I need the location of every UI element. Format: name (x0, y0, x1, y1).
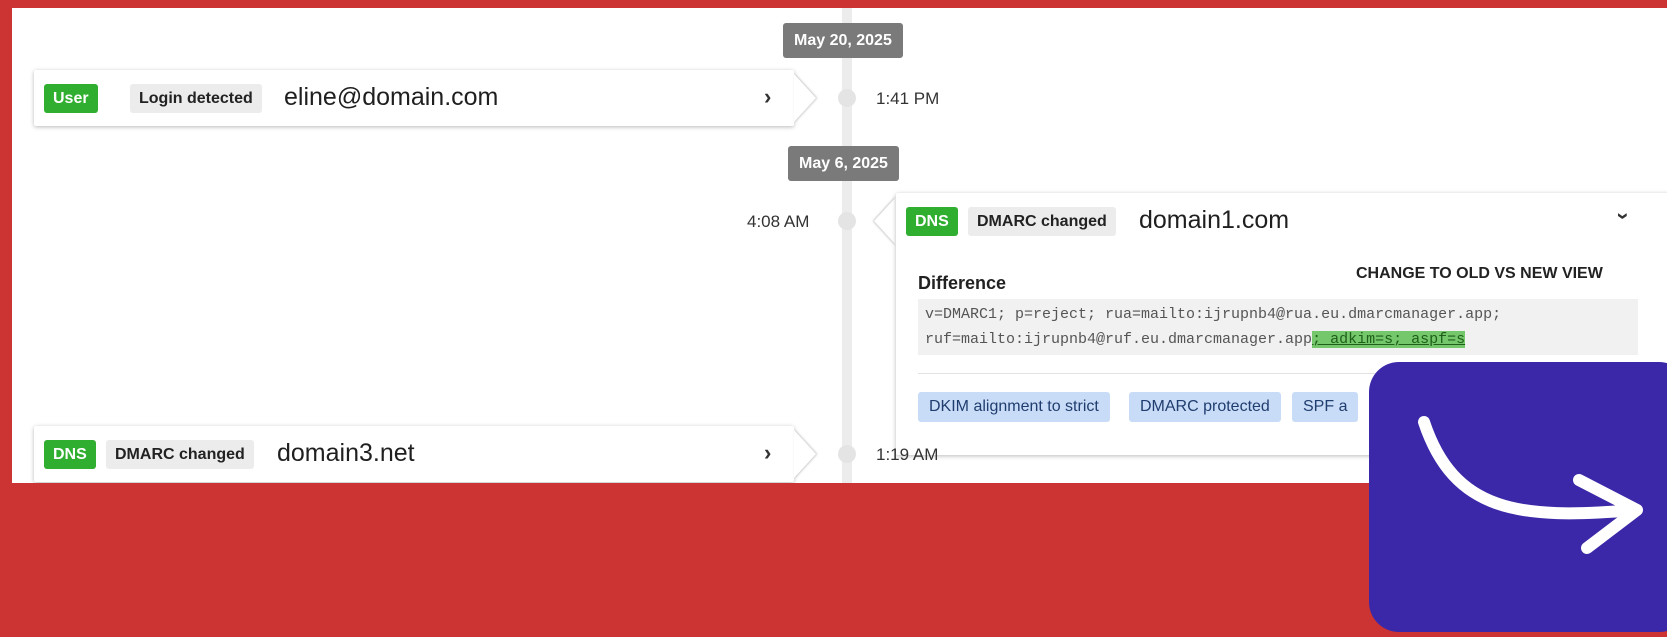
event-subject: eline@domain.com (284, 83, 499, 111)
event-time: 1:19 AM (876, 445, 939, 464)
event-time: 1:41 PM (876, 89, 940, 108)
event-type-label: DMARC changed (106, 440, 254, 469)
chevron-down-icon[interactable]: › (1611, 212, 1637, 219)
dmarc-record-diff: v=DMARC1; p=reject; rua=mailto:ijrupnb4@… (918, 299, 1638, 355)
next-arrow-button[interactable] (1369, 362, 1667, 632)
change-chip: SPF a (1292, 392, 1359, 422)
timeline-dot (838, 445, 856, 463)
date-badge: May 6, 2025 (788, 146, 899, 181)
change-chip: DKIM alignment to strict (918, 392, 1110, 422)
card-pointer (874, 197, 896, 245)
event-time: 4:08 AM (747, 212, 810, 231)
event-card-dmarc-collapsed[interactable]: DNS DMARC changed domain3.net › (34, 426, 794, 482)
card-pointer (794, 74, 816, 122)
event-type-label: DMARC changed (968, 207, 1116, 236)
date-badge: May 20, 2025 (783, 23, 903, 58)
diff-added-text: ; adkim=s; aspf=s (1312, 331, 1466, 348)
timeline-line (842, 8, 852, 483)
chevron-right-icon[interactable]: › (764, 440, 771, 466)
event-tag-dns: DNS (44, 440, 96, 469)
diff-line: v=DMARC1; p=reject; rua=mailto:ijrupnb4@… (925, 306, 1502, 323)
diff-line: ruf=mailto:ijrupnb4@ruf.eu.dmarcmanager.… (925, 327, 1631, 352)
curved-arrow-icon (1418, 416, 1643, 554)
change-view-button[interactable]: CHANGE TO OLD VS NEW VIEW (1356, 265, 1603, 283)
event-tag-user: User (44, 84, 98, 113)
card-pointer (794, 430, 816, 478)
event-tag-dns: DNS (906, 207, 958, 236)
timeline-dot (838, 212, 856, 230)
difference-label: Difference (918, 273, 1007, 293)
event-card-login[interactable]: User Login detected eline@domain.com › (34, 70, 794, 126)
chevron-right-icon[interactable]: › (764, 84, 771, 110)
event-subject: domain1.com (1139, 206, 1290, 234)
diff-unchanged-text: ruf=mailto:ijrupnb4@ruf.eu.dmarcmanager.… (925, 331, 1313, 348)
event-subject: domain3.net (277, 439, 415, 467)
change-chip: DMARC protected (1129, 392, 1281, 422)
event-card-header[interactable]: DNS DMARC changed domain1.com › (896, 193, 1667, 249)
timeline-dot (838, 89, 856, 107)
event-type-label: Login detected (130, 84, 262, 113)
